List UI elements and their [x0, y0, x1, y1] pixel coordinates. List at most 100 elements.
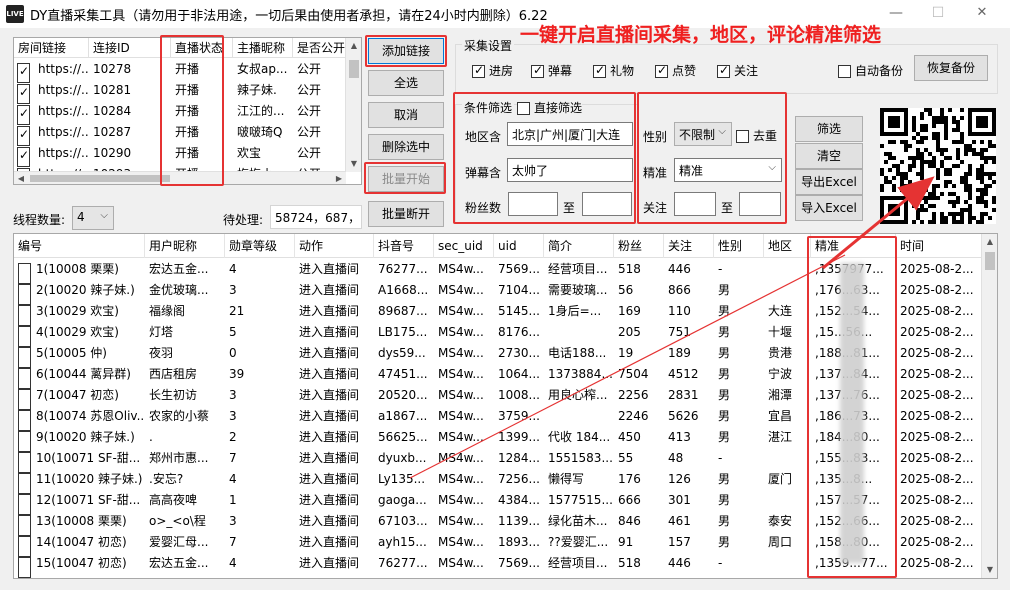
- annotation-banner: 一键开启直播间采集，地区，评论精准筛选: [520, 24, 882, 46]
- cell-fans: 2256: [618, 388, 649, 402]
- col-fans[interactable]: 粉丝: [614, 234, 664, 258]
- export-excel-button[interactable]: 导出Excel: [795, 169, 863, 195]
- cell-region: [764, 490, 811, 511]
- cell-time: 2025-08-2...: [900, 262, 974, 276]
- select-all-button[interactable]: 全选: [368, 70, 444, 96]
- cell-gender: 男: [718, 493, 731, 507]
- app-window: LIVE DY直播采集工具（请勿用于非法用途，一切后果由使用者承担，请在24小时…: [0, 0, 1010, 590]
- cell-fans: 176: [618, 472, 641, 486]
- cell-gender: 男: [718, 388, 731, 402]
- cell-bio: 1373884...: [548, 367, 613, 381]
- cell-sec-uid: MS4w...: [438, 304, 484, 318]
- collect-option-box[interactable]: [531, 63, 544, 78]
- cell-bio: 代收 184...: [548, 430, 611, 444]
- cell-douyin-id: 20520...: [378, 388, 428, 402]
- col-following[interactable]: 关注: [664, 234, 714, 258]
- maximize-button[interactable]: ☐: [918, 2, 958, 26]
- collect-option-checkbox[interactable]: 进房: [472, 62, 513, 79]
- cell-uid: 7104...: [498, 283, 540, 297]
- room-vertical-scrollbar[interactable]: ▲ ▼: [345, 38, 361, 172]
- row-checkbox[interactable]: [18, 557, 31, 578]
- cell-index: 9(10020 辣子妹.): [36, 430, 135, 444]
- cell-bio: 1身后=...: [548, 304, 602, 318]
- cell-nickname: o>_<o\程: [149, 514, 206, 528]
- thread-count-select[interactable]: 4 ⌵: [72, 206, 114, 230]
- cell-bio: 电话188...: [548, 346, 607, 360]
- cell-nickname: 灯塔: [149, 325, 174, 339]
- cell-following: 5626: [668, 409, 699, 423]
- col-time[interactable]: 时间: [896, 234, 982, 258]
- col-room-link[interactable]: 房间链接: [14, 38, 89, 58]
- collect-option-checkbox[interactable]: 点赞: [655, 62, 696, 79]
- delete-selected-button[interactable]: 删除选中: [368, 134, 444, 160]
- cell-time: 2025-08-2...: [900, 556, 974, 570]
- collect-option-box[interactable]: [472, 63, 485, 78]
- scroll-down-icon[interactable]: ▼: [346, 156, 361, 172]
- collect-option-checkbox[interactable]: 关注: [717, 62, 758, 79]
- cell-region: 泰安: [768, 514, 793, 528]
- cell-sec-uid: MS4w...: [438, 451, 484, 465]
- cell-fans: 846: [618, 514, 641, 528]
- col-bio[interactable]: 简介: [544, 234, 614, 258]
- room-cell-id: 10287: [93, 125, 132, 139]
- col-action[interactable]: 动作: [295, 234, 374, 258]
- col-index[interactable]: 编号: [14, 234, 145, 258]
- collect-option-label: 礼物: [610, 64, 635, 78]
- cell-fans: 91: [618, 535, 634, 549]
- import-excel-button[interactable]: 导入Excel: [795, 195, 863, 221]
- auto-backup-label: 自动备份: [855, 64, 904, 78]
- cell-index: 3(10029 欢宝): [36, 304, 119, 318]
- collect-option-box[interactable]: [593, 63, 606, 78]
- batch-disconnect-button[interactable]: 批量断开: [368, 201, 444, 227]
- collect-option-checkbox[interactable]: 弹幕: [531, 62, 572, 79]
- scroll-right-icon[interactable]: ▶: [332, 172, 346, 184]
- cell-following: 446: [668, 556, 691, 570]
- collect-option-checkbox[interactable]: 礼物: [593, 62, 634, 79]
- col-gender[interactable]: 性别: [714, 234, 764, 258]
- auto-backup-box[interactable]: [838, 65, 851, 78]
- hscroll-thumb[interactable]: [30, 175, 170, 182]
- annotation-box-conditions: [453, 92, 636, 224]
- scroll-thumb[interactable]: [985, 252, 995, 270]
- close-button[interactable]: ✕: [962, 2, 1002, 26]
- clear-button[interactable]: 清空: [795, 143, 863, 169]
- scroll-up-icon[interactable]: ▲: [982, 234, 997, 250]
- user-table-vertical-scrollbar[interactable]: ▲ ▼: [981, 234, 997, 578]
- scroll-thumb[interactable]: [349, 60, 359, 78]
- cell-action: 进入直播间: [299, 304, 360, 318]
- col-is-public[interactable]: 是否公开: [293, 38, 346, 58]
- cell-time: 2025-08-2...: [900, 451, 974, 465]
- col-medal[interactable]: 勋章等级: [225, 234, 295, 258]
- scroll-down-icon[interactable]: ▼: [982, 562, 997, 578]
- cell-sec-uid: MS4w...: [438, 262, 484, 276]
- cell-fans: 169: [618, 304, 641, 318]
- cell-bio: 绿化苗木...: [548, 514, 608, 528]
- filter-button[interactable]: 筛选: [795, 116, 863, 142]
- collect-option-label: 弹幕: [548, 64, 573, 78]
- col-douyin-id[interactable]: 抖音号: [374, 234, 434, 258]
- thread-count-label: 线程数量:: [13, 213, 66, 227]
- restore-backup-button[interactable]: 恢复备份: [914, 55, 988, 81]
- col-sec-uid[interactable]: sec_uid: [434, 234, 494, 258]
- minimize-button[interactable]: —: [876, 2, 916, 26]
- col-nickname[interactable]: 用户昵称: [145, 234, 225, 258]
- cell-following: 110: [668, 304, 691, 318]
- cell-region: 宁波: [768, 367, 793, 381]
- scroll-left-icon[interactable]: ◀: [14, 172, 28, 184]
- col-region[interactable]: 地区: [764, 234, 811, 258]
- cell-sec-uid: MS4w...: [438, 535, 484, 549]
- collect-option-box[interactable]: [717, 63, 730, 78]
- cell-index: 11(10020 辣子妹.): [36, 472, 143, 486]
- cell-medal: 3: [229, 283, 237, 297]
- col-uid[interactable]: uid: [494, 234, 544, 258]
- scroll-up-icon[interactable]: ▲: [346, 38, 361, 54]
- room-cell-nick: 女叔ap...: [237, 62, 288, 76]
- col-host-nick[interactable]: 主播昵称: [233, 38, 293, 58]
- cancel-button[interactable]: 取消: [368, 102, 444, 128]
- auto-backup-checkbox[interactable]: 自动备份: [838, 62, 903, 79]
- room-cell-public: 公开: [297, 83, 322, 97]
- cell-index: 14(10047 初恋): [36, 535, 127, 549]
- collect-option-box[interactable]: [655, 63, 668, 78]
- cell-douyin-id: gaoga...: [378, 493, 427, 507]
- col-connect-id[interactable]: 连接ID: [89, 38, 171, 58]
